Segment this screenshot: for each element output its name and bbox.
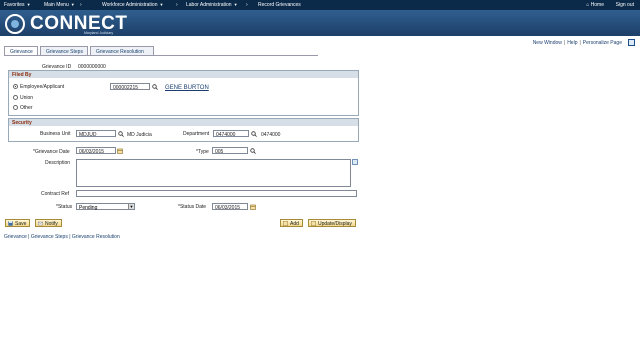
radio-other-label: Other: [20, 105, 33, 111]
top-navigation-bar: Favorites ▼ Main Menu ▼ › Workforce Admini…: [0, 0, 640, 10]
radio-other[interactable]: [13, 105, 18, 110]
radio-union[interactable]: [13, 95, 18, 100]
calendar-icon[interactable]: [250, 204, 256, 210]
logo-mark-icon: [5, 14, 25, 34]
security-heading: Security: [9, 119, 358, 126]
chevron-down-icon: ▼: [26, 2, 31, 7]
department-field[interactable]: 0474000: [213, 130, 249, 137]
save-icon: [8, 221, 13, 226]
nav-favorites[interactable]: Favorites ▼: [4, 2, 31, 8]
business-unit-field[interactable]: MDJUD: [76, 130, 116, 137]
chevron-down-icon: ▼: [159, 2, 164, 7]
new-window-link[interactable]: New Window: [533, 40, 562, 46]
home-label: Home: [590, 2, 604, 8]
contract-ref-field[interactable]: [76, 190, 357, 197]
nav-labor-label: Labor Administration: [186, 2, 232, 8]
tab-underline: [4, 55, 318, 56]
sign-out-link[interactable]: Sign out: [616, 2, 634, 8]
employee-name: GENE BURTON: [165, 85, 209, 91]
nav-separator: ›: [246, 2, 248, 8]
link-separator: |: [579, 40, 581, 46]
mail-icon: [38, 221, 43, 226]
status-value: Pending: [79, 205, 98, 211]
add-button-label: Add: [290, 221, 299, 227]
nav-workforce-label: Workforce Administration: [102, 2, 158, 8]
nav-labor-administration[interactable]: Labor Administration ▼: [186, 2, 238, 8]
department-label: Department: [183, 131, 210, 137]
page-icon[interactable]: [628, 39, 635, 46]
home-icon: ⌂: [586, 2, 590, 8]
personalize-page-link[interactable]: Personalize Page: [583, 40, 622, 46]
grievance-date-field[interactable]: 06/03/2015: [76, 147, 116, 154]
nav-main-menu[interactable]: Main Menu ▼: [44, 2, 75, 8]
banner: CONNECT Maryland Judiciary: [0, 10, 640, 36]
status-select[interactable]: Pending ▼: [76, 203, 135, 211]
filed-by-heading: Filed By: [9, 71, 358, 78]
notify-button[interactable]: Notify: [35, 219, 62, 227]
save-button-label: Save: [15, 221, 27, 227]
help-link[interactable]: Help: [567, 40, 577, 46]
nav-favorites-label: Favorites: [4, 2, 25, 8]
search-icon[interactable]: [251, 131, 257, 137]
business-unit-desc: MD Judicia: [127, 132, 152, 138]
nav-separator: ›: [176, 2, 178, 8]
filed-by-group: Filed By: [8, 70, 359, 116]
status-label: *Status: [56, 204, 73, 210]
calendar-icon[interactable]: [117, 148, 123, 154]
bottom-page-links: Grievance | Grievance Steps | Grievance …: [4, 234, 120, 240]
business-unit-label: Business Unit: [40, 131, 71, 137]
employee-id-field[interactable]: 000002215: [110, 83, 150, 90]
expand-text-icon[interactable]: [352, 159, 358, 165]
radio-employee-applicant[interactable]: [13, 84, 18, 89]
radio-employee-applicant-label: Employee/Applicant: [20, 84, 65, 90]
status-date-field[interactable]: 06/03/2015: [212, 203, 248, 210]
chevron-down-icon: ▼: [128, 204, 134, 209]
update-display-button[interactable]: Update/Display: [308, 219, 356, 227]
add-button[interactable]: Add: [280, 219, 303, 227]
type-label: *Type: [196, 149, 209, 155]
department-desc: 0474000: [261, 132, 281, 138]
nav-record-grievances[interactable]: Record Grievances: [258, 2, 301, 8]
search-icon[interactable]: [250, 148, 256, 154]
search-icon[interactable]: [118, 131, 124, 137]
bottom-link-grievance[interactable]: Grievance: [4, 234, 27, 240]
logo-subtitle: Maryland Judiciary: [84, 31, 114, 35]
status-date-label: *Status Date: [178, 204, 207, 210]
description-field[interactable]: [76, 159, 351, 187]
type-field[interactable]: 005: [212, 147, 248, 154]
update-display-button-label: Update/Display: [318, 221, 352, 227]
home-link[interactable]: ⌂ Home: [586, 2, 604, 8]
notify-button-label: Notify: [45, 221, 58, 227]
description-label: Description: [45, 160, 71, 166]
bottom-link-grievance-resolution[interactable]: Grievance Resolution: [72, 234, 120, 240]
add-icon: [283, 221, 288, 226]
save-button[interactable]: Save: [5, 219, 31, 227]
contract-ref-label: Contract Ref: [41, 191, 70, 197]
search-icon[interactable]: [152, 84, 158, 90]
nav-main-menu-label: Main Menu: [44, 2, 69, 8]
radio-union-label: Union: [20, 95, 34, 101]
chevron-down-icon: ▼: [70, 2, 75, 7]
update-display-icon: [311, 221, 316, 226]
link-separator: |: [563, 40, 566, 46]
page-links: New Window | Help | Personalize Page: [533, 40, 622, 46]
nav-workforce-administration[interactable]: Workforce Administration ▼: [102, 2, 163, 8]
chevron-down-icon: ▼: [233, 2, 238, 7]
bottom-link-grievance-steps[interactable]: Grievance Steps: [31, 234, 68, 240]
grievance-date-label: *Grievance Date: [33, 149, 70, 155]
nav-separator: ›: [80, 2, 82, 8]
security-group: Security: [8, 118, 359, 142]
